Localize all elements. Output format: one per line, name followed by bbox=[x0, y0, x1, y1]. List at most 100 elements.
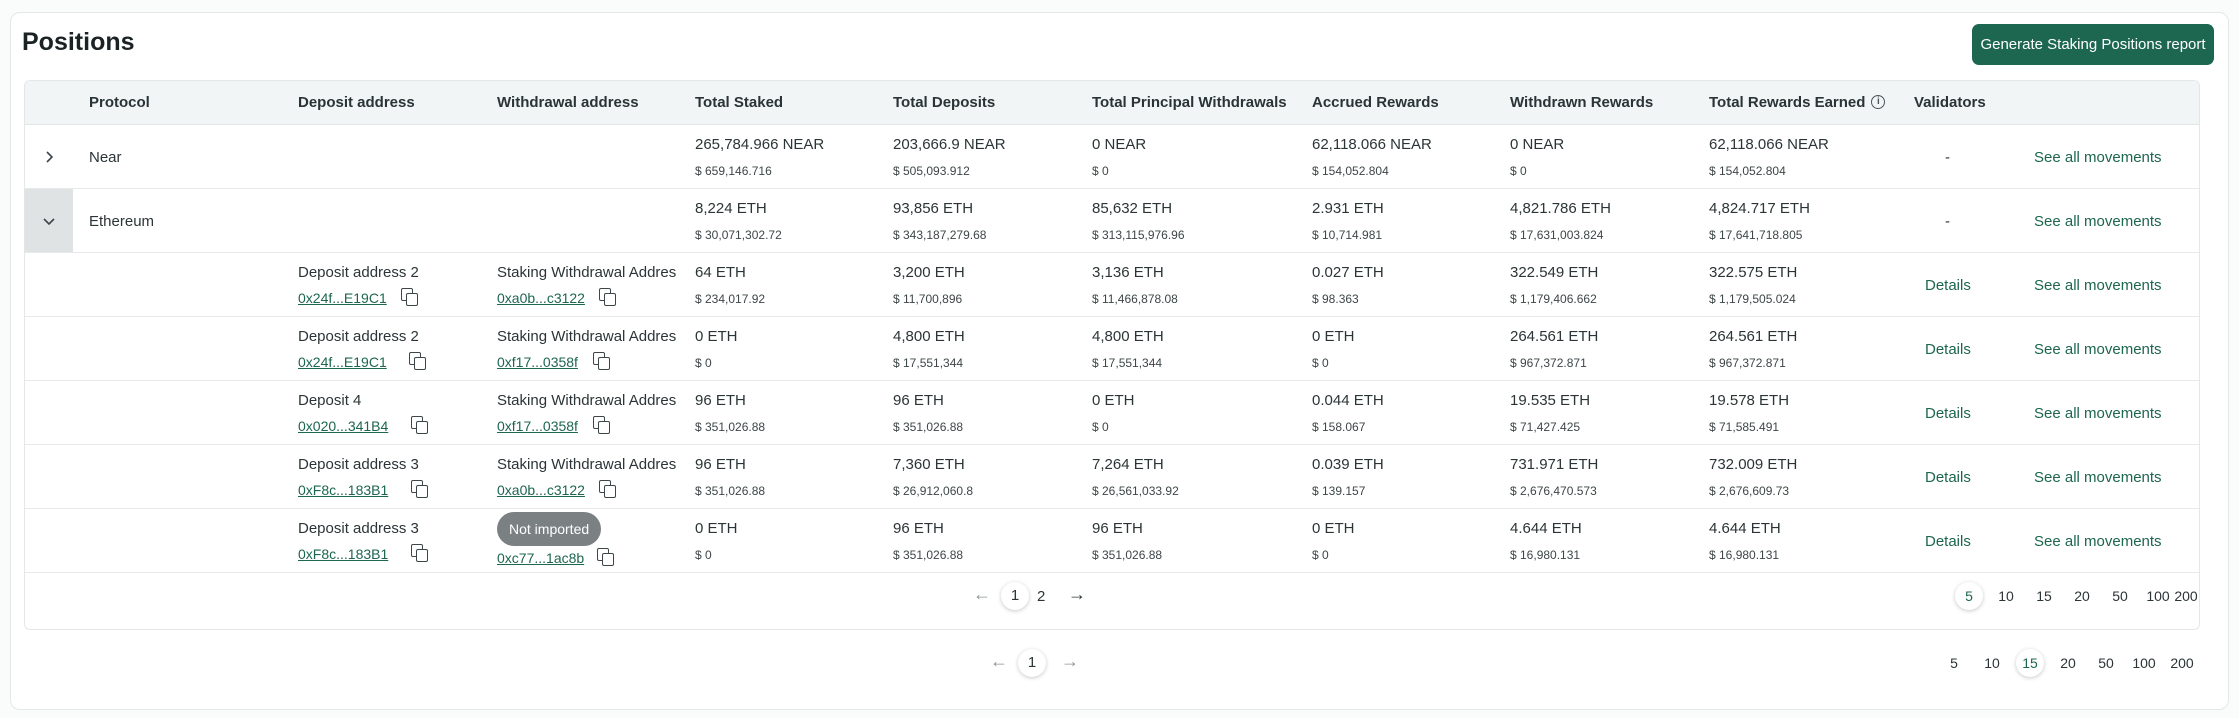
next-page-arrow-icon[interactable]: → bbox=[1061, 651, 1079, 672]
prev-page-arrow-icon[interactable]: ← bbox=[990, 651, 1008, 672]
protocol-row-near: Near 265,784.966 NEAR $ 659,146.716 203,… bbox=[25, 125, 2199, 189]
withdrawal-address-label: Staking Withdrawal Addres bbox=[497, 328, 677, 345]
chevron-right-icon bbox=[46, 150, 54, 163]
prev-page-arrow-icon[interactable]: ← bbox=[973, 584, 991, 605]
see-all-movements-link[interactable]: See all movements bbox=[2034, 277, 2162, 294]
next-page-arrow-icon[interactable]: → bbox=[1068, 584, 1086, 605]
withdrawn-rewards-usd: $ 17,631,003.824 bbox=[1510, 228, 1604, 242]
page-1-button[interactable]: 1 bbox=[1001, 582, 1029, 610]
copy-icon[interactable] bbox=[401, 288, 418, 306]
validators-value: - bbox=[1945, 149, 1950, 166]
page-size-20[interactable]: 20 bbox=[2054, 649, 2082, 677]
deposit-address-link[interactable]: 0xF8c...183B1 bbox=[298, 482, 388, 498]
total-principal-withdrawals-usd: $ 351,026.88 bbox=[1092, 548, 1163, 562]
page-size-100[interactable]: 100 bbox=[2144, 582, 2172, 610]
accrued-rewards: 62,118.066 NEAR bbox=[1312, 136, 1432, 153]
total-staked: 265,784.966 NEAR bbox=[695, 136, 825, 153]
page-size-100[interactable]: 100 bbox=[2130, 649, 2158, 677]
position-row: Deposit address 2 0x24f...E19C1 Staking … bbox=[25, 253, 2199, 317]
accrued-rewards: 0.027 ETH bbox=[1312, 264, 1384, 281]
col-accrued-rewards: Accrued Rewards bbox=[1312, 94, 1439, 111]
withdrawal-address-link[interactable]: 0xf17...0358f bbox=[497, 418, 578, 434]
copy-icon[interactable] bbox=[597, 548, 614, 566]
total-staked: 8,224 ETH bbox=[695, 200, 767, 217]
total-deposits: 96 ETH bbox=[893, 392, 944, 409]
page-size-10[interactable]: 10 bbox=[1978, 649, 2006, 677]
withdrawn-rewards: 4,821.786 ETH bbox=[1510, 200, 1611, 217]
page-size-15[interactable]: 15 bbox=[2030, 582, 2058, 610]
copy-icon[interactable] bbox=[599, 288, 616, 306]
withdrawal-address-label: Staking Withdrawal Addres bbox=[497, 456, 677, 473]
col-deposit-address: Deposit address bbox=[298, 94, 415, 111]
copy-icon[interactable] bbox=[411, 544, 428, 562]
page-size-200[interactable]: 200 bbox=[2172, 582, 2199, 610]
page-size-20[interactable]: 20 bbox=[2068, 582, 2096, 610]
page-size-50[interactable]: 50 bbox=[2106, 582, 2134, 610]
validator-details-link[interactable]: Details bbox=[1925, 341, 1971, 358]
page-size-10[interactable]: 10 bbox=[1992, 582, 2020, 610]
see-all-movements-link[interactable]: See all movements bbox=[2034, 341, 2162, 358]
withdrawal-address-link[interactable]: 0xc77...1ac8b bbox=[497, 550, 584, 566]
accrued-rewards-usd: $ 158.067 bbox=[1312, 420, 1366, 434]
deposit-address-link[interactable]: 0x020...341B4 bbox=[298, 418, 388, 434]
see-all-movements-link[interactable]: See all movements bbox=[2034, 213, 2162, 230]
validator-details-link[interactable]: Details bbox=[1925, 469, 1971, 486]
page-size-5[interactable]: 5 bbox=[1940, 649, 1968, 677]
collapse-toggle[interactable] bbox=[25, 189, 73, 252]
total-rewards-earned: 322.575 ETH bbox=[1709, 264, 1798, 281]
total-deposits: 96 ETH bbox=[893, 520, 944, 537]
page-2-button[interactable]: 2 bbox=[1037, 588, 1045, 605]
withdrawn-rewards-usd: $ 967,372.871 bbox=[1510, 356, 1587, 370]
see-all-movements-link[interactable]: See all movements bbox=[2034, 469, 2162, 486]
validator-details-link[interactable]: Details bbox=[1925, 533, 1971, 550]
col-validators: Validators bbox=[1914, 94, 1986, 111]
total-staked: 0 ETH bbox=[695, 328, 738, 345]
accrued-rewards: 0 ETH bbox=[1312, 328, 1355, 345]
position-row: Deposit 4 0x020...341B4 Staking Withdraw… bbox=[25, 381, 2199, 445]
withdrawal-address-link[interactable]: 0xa0b...c3122 bbox=[497, 482, 585, 498]
deposit-address-link[interactable]: 0xF8c...183B1 bbox=[298, 546, 388, 562]
withdrawal-address-link[interactable]: 0xf17...0358f bbox=[497, 354, 578, 370]
page-1-button[interactable]: 1 bbox=[1018, 649, 1046, 677]
deposit-address-link[interactable]: 0x24f...E19C1 bbox=[298, 354, 387, 370]
validator-details-link[interactable]: Details bbox=[1925, 277, 1971, 294]
copy-icon[interactable] bbox=[409, 352, 426, 370]
protocol-name: Near bbox=[89, 149, 122, 166]
deposit-address-label: Deposit address 3 bbox=[298, 456, 419, 473]
copy-icon[interactable] bbox=[593, 416, 610, 434]
withdrawn-rewards-usd: $ 0 bbox=[1510, 164, 1527, 178]
validator-details-link[interactable]: Details bbox=[1925, 405, 1971, 422]
total-deposits: 203,666.9 NEAR bbox=[893, 136, 1006, 153]
total-deposits-usd: $ 11,700,896 bbox=[893, 292, 963, 306]
position-row: Deposit address 2 0x24f...E19C1 Staking … bbox=[25, 317, 2199, 381]
expand-toggle[interactable] bbox=[25, 125, 73, 188]
see-all-movements-link[interactable]: See all movements bbox=[2034, 405, 2162, 422]
validators-value: - bbox=[1945, 213, 1950, 230]
generate-report-button[interactable]: Generate Staking Positions report bbox=[1972, 24, 2214, 65]
total-principal-withdrawals: 0 NEAR bbox=[1092, 136, 1147, 153]
withdrawn-rewards: 4.644 ETH bbox=[1510, 520, 1582, 537]
copy-icon[interactable] bbox=[411, 416, 428, 434]
page-size-200[interactable]: 200 bbox=[2168, 649, 2196, 677]
info-icon[interactable]: i bbox=[1871, 94, 1886, 109]
copy-icon[interactable] bbox=[411, 480, 428, 498]
see-all-movements-link[interactable]: See all movements bbox=[2034, 149, 2162, 166]
total-principal-withdrawals: 85,632 ETH bbox=[1092, 200, 1173, 217]
page-size-50[interactable]: 50 bbox=[2092, 649, 2120, 677]
withdrawal-address-link[interactable]: 0xa0b...c3122 bbox=[497, 290, 585, 306]
total-principal-withdrawals-usd: $ 26,561,033.92 bbox=[1092, 484, 1179, 498]
page-size-5[interactable]: 5 bbox=[1955, 582, 1983, 610]
col-total-principal-withdrawals: Total Principal Withdrawals bbox=[1092, 94, 1287, 111]
total-staked-usd: $ 351,026.88 bbox=[695, 484, 766, 498]
deposit-address-link[interactable]: 0x24f...E19C1 bbox=[298, 290, 387, 306]
total-deposits-usd: $ 351,026.88 bbox=[893, 420, 964, 434]
page-size-15[interactable]: 15 bbox=[2016, 649, 2044, 677]
total-principal-withdrawals-usd: $ 0 bbox=[1092, 420, 1109, 434]
accrued-rewards: 0.039 ETH bbox=[1312, 456, 1384, 473]
withdrawn-rewards-usd: $ 16,980.131 bbox=[1510, 548, 1581, 562]
outer-pagination: ← 1 → 5 10 15 20 50 100 200 bbox=[0, 640, 2239, 686]
see-all-movements-link[interactable]: See all movements bbox=[2034, 533, 2162, 550]
withdrawal-address-label: Staking Withdrawal Addres bbox=[497, 264, 677, 281]
copy-icon[interactable] bbox=[599, 480, 616, 498]
copy-icon[interactable] bbox=[593, 352, 610, 370]
